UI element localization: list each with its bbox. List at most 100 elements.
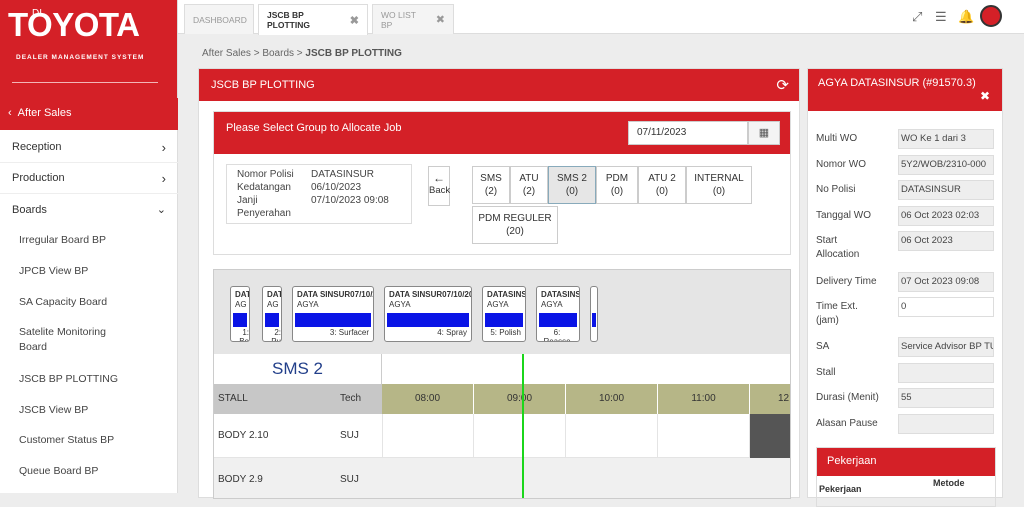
job-step: 4: Spray [437,328,467,337]
stall-timeline-cell[interactable] [382,414,474,458]
info-row: Penyerahan [237,208,311,219]
detail-title: AGYA DATASINSUR (#91570.3) [818,77,976,89]
refresh-icon[interactable]: ⟳ [776,76,789,94]
close-icon[interactable]: ✖ [436,13,445,26]
job-progress-bar [295,313,371,327]
group-pdm[interactable]: PDM (0) [596,166,638,204]
group-atu-2[interactable]: ATU 2 (0) [638,166,686,204]
sidebar-item-label: Production [12,172,65,184]
fullscreen-icon[interactable]: ⤢ [912,9,922,25]
tab-dashboard[interactable]: DASHBOARD [184,4,254,34]
brand-subtitle: DEALER MANAGEMENT SYSTEM [16,54,145,61]
calendar-icon[interactable]: ▦ [748,121,780,145]
group-internal[interactable]: INTERNAL (0) [686,166,752,204]
breadcrumb-after-sales[interactable]: After Sales [202,48,251,59]
date-input[interactable]: 07/11/2023 [628,121,748,145]
sidebar-sub-jscb-view-bp[interactable]: JSCB View BP [0,400,178,420]
sidebar-sub-jscb-bp-plotting[interactable]: JSCB BP PLOTTING [0,369,178,389]
field-label: Stall [816,367,836,378]
stall-header: STALL Tech [214,384,382,414]
stall-row: BODY 2.10 SUJ [214,414,790,498]
top-bar: DASHBOARD JSCB BP PLOTTING ✖ WO LIST BP ✖ … [178,0,1024,35]
stall-tech: SUJ [340,474,359,485]
job-model: AG [267,300,279,309]
back-button[interactable]: ← Back [428,166,450,206]
group-select-label: Please Select Group to Allocate Job [226,122,402,134]
menu-icon[interactable]: ☰ [935,9,947,25]
pekerjaan-box: Pekerjaan Pekerjaan Metode [816,447,996,507]
info-key: Penyerahan [237,208,291,219]
group-atu[interactable]: ATU (2) [510,166,548,204]
sidebar-sub-irregular-board-bp[interactable]: Irregular Board BP [0,230,178,250]
info-row: Nomor Polisi DATASINSUR [237,169,374,180]
bell-icon[interactable]: 🔔 [958,9,974,25]
stall-field [898,363,994,383]
job-card[interactable]: DATAG 2: Pu tty [262,286,282,342]
job-card[interactable]: DATASINSURAGYA 6: Reasse mbly [536,286,580,342]
job-step: 3: Surfacer [329,328,369,337]
breadcrumb-boards[interactable]: Boards [262,48,294,59]
field-label: Nomor WO [816,159,866,170]
chevron-right-icon: › [161,170,166,186]
job-progress-bar [387,313,469,327]
group-sms[interactable]: SMS (2) [472,166,510,204]
detail-panel: AGYA DATASINSUR (#91570.3) ✖ Multi WO WO … [807,68,1003,507]
sidebar-item-boards[interactable]: Boards ⌄ [0,194,178,225]
job-card[interactable] [590,286,598,342]
sidebar-back-after-sales[interactable]: ‹ After Sales [0,98,178,130]
sidebar-sub-queue-board-bp[interactable]: Queue Board BP [0,461,178,481]
close-icon[interactable]: ✖ [980,89,990,103]
sidebar-sub-sa-capacity-board[interactable]: SA Capacity Board [0,292,178,312]
job-card[interactable]: DATA SINSUR07/10/2023AGYA 3: Surfacer [292,286,374,342]
nomor-wo-field: 5Y2/WOB/2310-000 [898,155,994,175]
job-step: 5: Polish [490,328,521,337]
job-plate: DAT [235,290,250,299]
close-icon[interactable]: ✖ [350,14,359,27]
time-header: 08:00 09:00 10:00 11:00 12 [382,384,790,414]
breadcrumb-separator: > [296,48,303,59]
sidebar-item-label: Boards [12,203,47,216]
tab-jscb-bp-plotting[interactable]: JSCB BP PLOTTING ✖ [258,4,368,35]
group-select-box: Please Select Group to Allocate Job 07/1… [213,111,791,255]
sidebar-sub-satelite-monitoring-board[interactable]: Satelite Monitoring Board [0,324,130,356]
job-card[interactable]: DATAG 1: Bo dy [230,286,250,342]
stall-timeline-cell[interactable] [474,414,566,458]
sidebar-back-label: After Sales [17,107,72,119]
stall-name: BODY 2.10 [218,430,269,441]
alasan-pause-field [898,414,994,434]
stall-timeline-cell[interactable] [566,414,658,458]
timeline-board: DATAG1: Bo dy DATAG2: Pu tty DATA SINSUR… [213,269,791,499]
sidebar-sub-customer-status-bp[interactable]: Customer Status BP [0,430,178,450]
job-plate: DATASINSUR [541,290,579,299]
job-plate: DATA SINSUR07/10/2023 [389,290,471,299]
info-value: 06/10/2023 [311,182,362,193]
job-card[interactable]: DATASINSURAGYA 5: Polish [482,286,526,342]
info-value: DATASINSUR [311,169,374,180]
info-key: Kedatangan [237,182,291,193]
tab-wo-list-bp[interactable]: WO LIST BP ✖ [372,4,454,34]
info-key: Janji [237,195,258,206]
sidebar-item-reception[interactable]: Reception › [0,132,178,163]
chevron-right-icon: › [161,139,166,155]
hour-label: 09:00 [474,384,566,414]
job-step: 1: Bo dy [239,328,249,342]
breadcrumb-separator: > [253,48,260,59]
field-label: Delivery Time [816,276,877,287]
time-ext-input[interactable]: 0 [898,297,994,317]
hour-label: 08:00 [382,384,474,414]
field-label: Alasan Pause [816,418,878,429]
job-model: AGYA [389,300,411,309]
arrow-left-icon: ← [433,171,445,185]
stall-timeline-cell[interactable] [658,414,750,458]
avatar[interactable] [980,5,1002,27]
group-count: (0) [712,186,726,197]
delivery-time-field: 07 Oct 2023 09:08 [898,272,994,292]
job-card[interactable]: DATA SINSUR07/10/2023AGYA 4: Spray [384,286,472,342]
sidebar-sub-jpcb-view-bp[interactable]: JPCB View BP [0,261,178,281]
group-title: SMS 2 [214,354,382,384]
tanggal-wo-field: 06 Oct 2023 02:03 [898,206,994,226]
group-pdm-reguler[interactable]: PDM REGULER (20) [472,206,558,244]
group-sms-2[interactable]: SMS 2 (0) [548,166,596,204]
sidebar-item-production[interactable]: Production › [0,163,178,194]
stall-name: BODY 2.9 [218,474,263,485]
